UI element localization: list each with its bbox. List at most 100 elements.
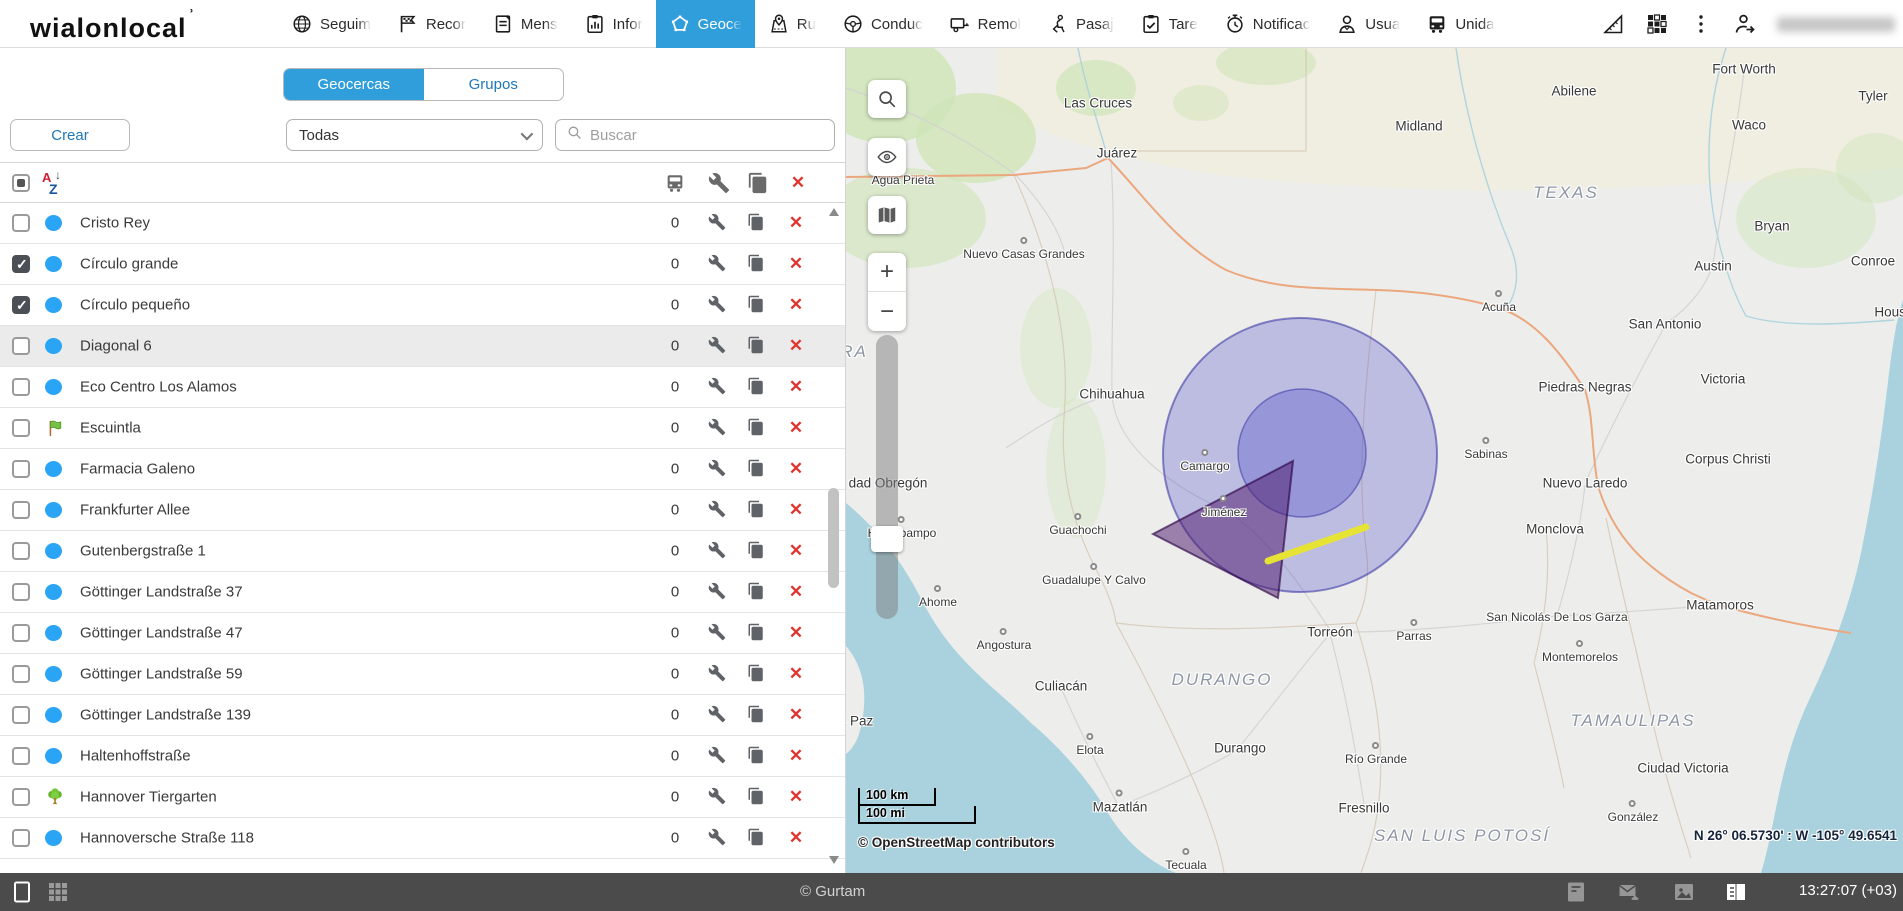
media-icon[interactable] (1672, 880, 1696, 904)
row-checkbox[interactable] (12, 706, 30, 724)
kebab-menu-icon[interactable] (1689, 12, 1713, 36)
delete-x-icon[interactable]: ✕ (787, 418, 805, 438)
copy-icon[interactable] (747, 623, 767, 643)
delete-x-icon[interactable]: ✕ (787, 828, 805, 848)
toggle-panel-icon[interactable] (10, 880, 34, 904)
properties-wrench-icon[interactable] (708, 172, 730, 194)
row-checkbox[interactable] (12, 501, 30, 519)
delete-x-icon[interactable]: ✕ (787, 664, 805, 684)
nav-item-recor[interactable]: Recor (384, 0, 479, 48)
zoom-slider-handle[interactable] (871, 526, 903, 552)
delete-x-icon[interactable]: ✕ (787, 459, 805, 479)
properties-wrench-icon[interactable] (708, 213, 728, 233)
copy-icon[interactable] (747, 213, 767, 233)
measure-ruler-icon[interactable] (1601, 12, 1625, 36)
map-visibility-button[interactable] (868, 138, 906, 176)
geofence-filter-select[interactable]: Todas (286, 119, 543, 151)
nav-item-mens[interactable]: Mens (479, 0, 571, 48)
units-column-icon[interactable] (664, 172, 686, 194)
properties-wrench-icon[interactable] (708, 500, 728, 520)
nav-item-usua[interactable]: Usua (1323, 0, 1413, 48)
copy-icon[interactable] (747, 459, 767, 479)
zoom-slider-track[interactable] (876, 335, 898, 619)
row-checkbox[interactable] (12, 378, 30, 396)
copy-icon[interactable] (747, 746, 767, 766)
properties-wrench-icon[interactable] (708, 336, 728, 356)
apps-grid-icon[interactable] (1645, 12, 1669, 36)
row-checkbox[interactable] (12, 542, 30, 560)
geofence-row-hannover-tiergarten[interactable]: Hannover Tiergarten0✕ (0, 777, 845, 818)
scroll-down-arrow-icon[interactable] (829, 856, 839, 864)
row-checkbox[interactable] (12, 788, 30, 806)
scroll-up-arrow-icon[interactable] (829, 208, 839, 216)
properties-wrench-icon[interactable] (708, 459, 728, 479)
geofence-row-c-rculo-grande[interactable]: Círculo grande0✕ (0, 244, 845, 285)
properties-wrench-icon[interactable] (708, 746, 728, 766)
delete-x-icon[interactable]: ✕ (787, 623, 805, 643)
copy-icon[interactable] (747, 705, 767, 725)
copy-icon[interactable] (747, 828, 767, 848)
properties-wrench-icon[interactable] (708, 541, 728, 561)
nav-item-geoce[interactable]: Geoce (656, 0, 755, 48)
geofence-row-haltenhoffstra-e[interactable]: Haltenhoffstraße0✕ (0, 736, 845, 777)
delete-x-icon[interactable]: ✕ (787, 500, 805, 520)
row-checkbox[interactable] (12, 583, 30, 601)
row-checkbox[interactable] (12, 747, 30, 765)
copy-icon[interactable] (747, 254, 767, 274)
properties-wrench-icon[interactable] (708, 377, 728, 397)
delete-x-icon[interactable]: ✕ (787, 705, 805, 725)
sort-az-icon[interactable]: A↓Z (42, 170, 72, 198)
scrollbar-thumb[interactable] (828, 488, 839, 588)
zoom-out-button[interactable]: − (868, 292, 906, 331)
map-canvas[interactable]: Las CrucesAbileneFort WorthTylerWacoMidl… (846, 48, 1903, 873)
geofence-row-farmacia-galeno[interactable]: Farmacia Galeno0✕ (0, 449, 845, 490)
log-icon[interactable] (1564, 880, 1588, 904)
map-layers-button[interactable] (868, 196, 906, 234)
delete-x-icon[interactable]: ✕ (787, 582, 805, 602)
geofence-row-escuintla[interactable]: Escuintla0✕ (0, 408, 845, 449)
geofence-row-g-ttinger-landstra-e-139[interactable]: Göttinger Landstraße 1390✕ (0, 695, 845, 736)
nav-item-unida[interactable]: Unida (1413, 0, 1507, 48)
properties-wrench-icon[interactable] (708, 828, 728, 848)
create-geofence-button[interactable]: Crear (10, 119, 130, 151)
copy-icon[interactable] (747, 377, 767, 397)
delete-x-icon[interactable]: ✕ (787, 213, 805, 233)
delete-x-icon[interactable]: ✕ (787, 295, 805, 315)
modules-grid-icon[interactable] (46, 880, 70, 904)
tab-geocercas[interactable]: Geocercas (284, 69, 424, 100)
delete-x-icon[interactable]: ✕ (787, 787, 805, 807)
geofence-row-eco-centro-los-alamos[interactable]: Eco Centro Los Alamos0✕ (0, 367, 845, 408)
nav-item-ru[interactable]: Ru (755, 0, 829, 48)
copy-icon[interactable] (747, 664, 767, 684)
geofence-row-g-ttinger-landstra-e-37[interactable]: Göttinger Landstraße 370✕ (0, 572, 845, 613)
select-all-checkbox[interactable] (12, 174, 30, 192)
properties-wrench-icon[interactable] (708, 705, 728, 725)
tab-grupos[interactable]: Grupos (424, 69, 564, 100)
row-checkbox[interactable] (12, 419, 30, 437)
properties-wrench-icon[interactable] (708, 582, 728, 602)
map-search-button[interactable] (868, 80, 906, 118)
zoom-in-button[interactable]: + (868, 253, 906, 292)
delete-x-icon[interactable]: ✕ (787, 541, 805, 561)
delete-x-icon[interactable]: ✕ (787, 254, 805, 274)
copy-icon[interactable] (747, 787, 767, 807)
copy-icon[interactable] (747, 336, 767, 356)
geofence-row-hannoversche-stra-e-118[interactable]: Hannoversche Straße 1180✕ (0, 818, 845, 859)
copy-icon[interactable] (747, 541, 767, 561)
row-checkbox[interactable] (12, 624, 30, 642)
delete-x-icon[interactable]: ✕ (787, 172, 809, 194)
import-export-icon[interactable] (1617, 880, 1641, 904)
nav-item-infor[interactable]: Infor (571, 0, 656, 48)
username-blurred[interactable] (1777, 17, 1895, 32)
copy-icon[interactable] (747, 500, 767, 520)
geofence-row-diagonal-6[interactable]: Diagonal 60✕ (0, 326, 845, 367)
copy-icon[interactable] (747, 295, 767, 315)
delete-x-icon[interactable]: ✕ (787, 336, 805, 356)
geofence-row-gutenbergstra-e-1[interactable]: Gutenbergstraße 10✕ (0, 531, 845, 572)
nav-item-tare[interactable]: Tare (1127, 0, 1211, 48)
properties-wrench-icon[interactable] (708, 418, 728, 438)
search-input[interactable] (590, 127, 824, 144)
geofence-row-frankfurter-allee[interactable]: Frankfurter Allee0✕ (0, 490, 845, 531)
row-checkbox[interactable] (12, 460, 30, 478)
properties-wrench-icon[interactable] (708, 623, 728, 643)
